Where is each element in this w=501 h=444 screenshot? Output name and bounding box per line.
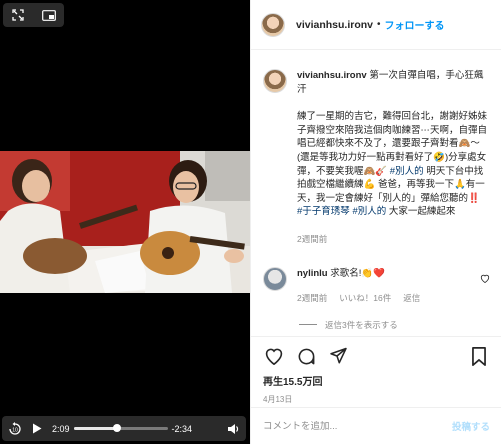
comment-likes[interactable]: いいね！16件 [339, 292, 391, 305]
post-actions: 再生15.5万回 4月13日 [251, 336, 501, 405]
comment-like-heart-icon[interactable] [480, 270, 490, 288]
video-scrubber[interactable] [73, 424, 168, 432]
video-player[interactable]: 10 2:09 -2:34 [0, 0, 250, 444]
post-date: 4月13日 [263, 395, 293, 404]
comment-username[interactable]: nylinlu [297, 268, 328, 279]
caption-username[interactable]: vivianhsu.ironv [297, 70, 367, 81]
avatar[interactable] [263, 69, 287, 93]
follow-button[interactable]: フォローする [385, 17, 445, 32]
video-bottom-controls: 10 2:09 -2:34 [2, 416, 246, 441]
post-panel: vivianhsu.ironv • フォローする vivianhsu.ironv… [250, 0, 501, 444]
post-header: vivianhsu.ironv • フォローする [251, 0, 501, 50]
play-icon[interactable] [32, 423, 42, 434]
comment-item: nylinlu 求歌名!👏❤️ 2週間前 いいね！16件 返信 [263, 266, 490, 305]
caption: vivianhsu.ironv 第一次自彈自唱，手心狂飆汗 練了一星期的吉它，難… [263, 69, 490, 247]
comment-text: 求歌名!👏❤️ [330, 267, 386, 279]
view-count[interactable]: 再生15.5万回 [263, 373, 490, 388]
reply-button[interactable]: 返信 [403, 292, 420, 305]
replay-10-icon[interactable]: 10 [8, 421, 22, 436]
video-frame[interactable] [0, 151, 250, 293]
add-comment-bar: 投稿する [251, 407, 501, 444]
view-replies[interactable]: 返信3件を表示する [299, 319, 490, 331]
separator-dot: • [377, 19, 381, 30]
comment-timestamp: 2週間前 [297, 292, 328, 303]
share-icon[interactable] [327, 345, 349, 367]
avatar[interactable] [261, 12, 285, 37]
scrubber-progress [73, 427, 117, 430]
hashtag-link[interactable]: #于子育琇琴 [297, 206, 350, 217]
expand-icon[interactable] [8, 6, 28, 24]
svg-text:10: 10 [12, 427, 18, 433]
scrubber-knob[interactable] [112, 424, 121, 432]
caption-text: 練了一星期的吉它，難得回台北，謝謝好姊妹子齊撥空來陪我這個肉咖練習⋯天啊，自彈自… [297, 111, 488, 218]
hashtag-link[interactable]: #別人的 [352, 206, 386, 217]
heart-icon[interactable] [263, 345, 285, 367]
elapsed-time: 2:09 [52, 423, 70, 434]
picture-in-picture-icon[interactable] [39, 6, 59, 24]
comments-section: vivianhsu.ironv 第一次自彈自唱，手心狂飆汗 練了一星期的吉它，難… [251, 51, 501, 336]
video-top-controls [3, 3, 64, 27]
comment-icon[interactable] [295, 345, 317, 367]
commenter-avatar[interactable] [263, 266, 287, 291]
hashtag-link[interactable]: #別人的 [390, 166, 424, 177]
remaining-time: -2:34 [171, 423, 193, 434]
volume-icon[interactable] [227, 423, 240, 435]
comment-input[interactable] [263, 420, 452, 432]
post-comment-button[interactable]: 投稿する [452, 419, 490, 433]
post-username[interactable]: vivianhsu.ironv [296, 19, 373, 31]
view-replies-label: 返信3件を表示する [325, 319, 398, 330]
caption-timestamp: 2週間前 [297, 233, 328, 244]
bookmark-icon[interactable] [468, 345, 490, 367]
